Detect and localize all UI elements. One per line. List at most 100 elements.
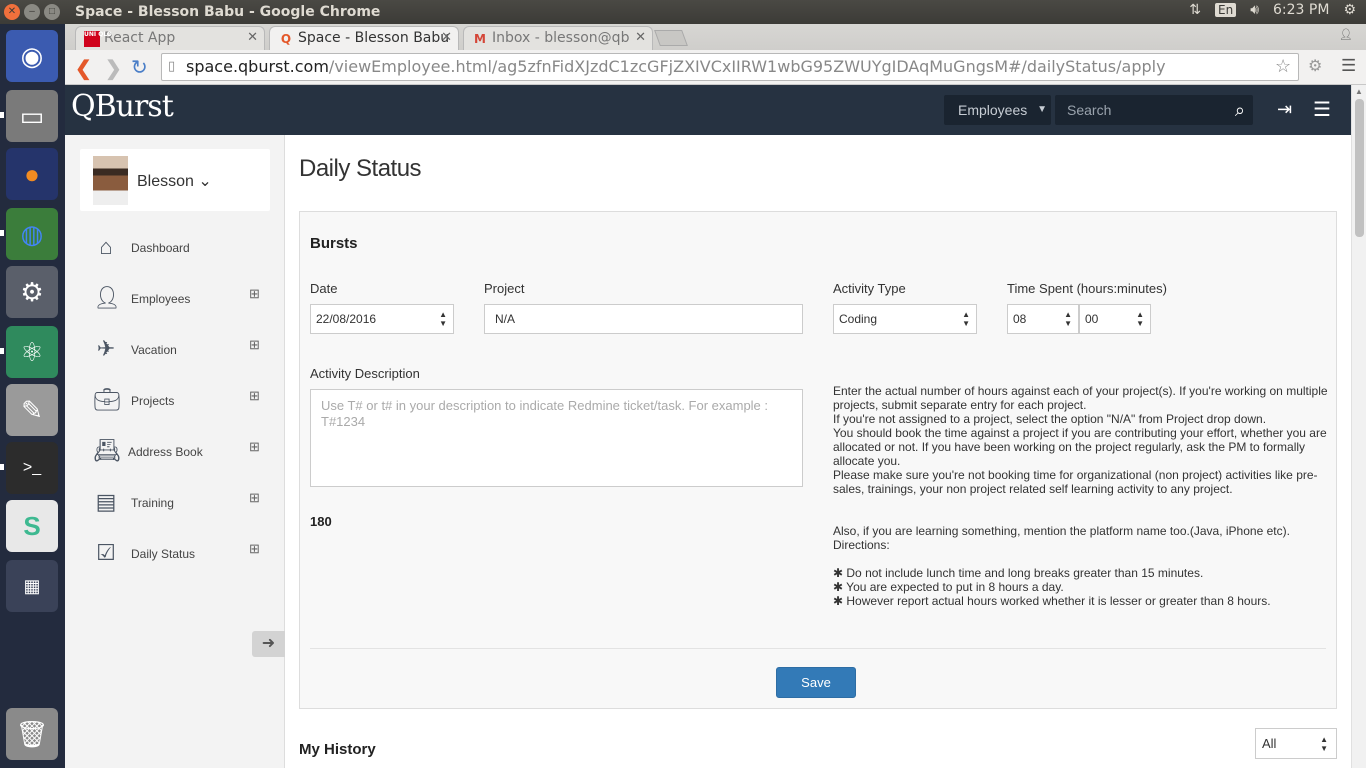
sidebar-item-training[interactable]: ▤ Training ⊞ — [93, 485, 273, 521]
activity-type-select[interactable]: Coding ▲ ▼ — [833, 304, 977, 334]
expand-icon[interactable]: ⊞ — [249, 287, 260, 300]
user-card[interactable]: Blesson ⌄ — [80, 149, 270, 211]
hours-value: 08 — [1013, 312, 1027, 326]
expand-icon[interactable]: ⊞ — [249, 389, 260, 402]
gmail-favicon-icon: M — [474, 32, 486, 46]
network-icon[interactable]: ⇅ — [1189, 2, 1201, 18]
scroll-up-icon[interactable]: ▲ — [1355, 87, 1363, 96]
sidebar-item-employees[interactable]: 👤︎ Employees ⊞ — [93, 281, 273, 317]
hamburger-menu-icon[interactable]: ☰ — [1313, 97, 1331, 122]
search-scope-value: Employees — [958, 102, 1028, 118]
search-placeholder: Search — [1067, 102, 1112, 118]
uniqlo-favicon-icon: UNI QLO — [84, 31, 112, 47]
hours-select[interactable]: 08 ▲ ▼ — [1007, 304, 1079, 334]
back-button[interactable]: ❮ — [75, 56, 92, 81]
caret-down-icon: ▼ — [1037, 104, 1047, 115]
search-icon[interactable]: ⌕ — [1235, 95, 1245, 125]
person-icon: 👤︎ — [93, 285, 121, 310]
history-filter-select[interactable]: All ▲ ▼ — [1255, 728, 1337, 759]
close-tab-icon[interactable]: ✕ — [635, 30, 646, 45]
ubuntu-dash-icon[interactable]: ◉ — [6, 30, 58, 82]
chrome-icon[interactable]: ◍ — [6, 208, 58, 260]
date-label: Date — [310, 281, 338, 296]
forward-button[interactable]: ❯ — [105, 56, 122, 81]
bookmark-star-icon[interactable]: ☆ — [1275, 56, 1291, 77]
firefox-icon[interactable]: ● — [6, 148, 58, 200]
sidebar-item-daily-status[interactable]: ☑ Daily Status ⊞ — [93, 536, 273, 572]
sidebar: Blesson ⌄ ⌂ Dashboard 👤︎ Employees ⊞ ✈ V… — [65, 135, 285, 768]
checklist-icon: ☑ — [96, 540, 116, 565]
sidebar-item-projects[interactable]: 💼︎ Projects ⊞ — [93, 383, 273, 419]
sidebar-item-address-book[interactable]: 📇︎ Address Book ⊞ — [93, 434, 273, 470]
url-host: space.qburst.com — [186, 57, 329, 76]
atom-icon[interactable]: ⚛ — [6, 326, 58, 378]
page-scrollbar[interactable]: ▲ — [1351, 85, 1366, 768]
tab-label: Space - Blesson Babu — [298, 30, 450, 46]
chrome-menu-icon[interactable]: ☰ — [1341, 56, 1356, 76]
activity-description-label: Activity Description — [310, 366, 420, 381]
qburst-favicon-icon: Q — [280, 32, 292, 46]
settings-icon[interactable]: ⚙ — [6, 266, 58, 318]
minutes-select[interactable]: 00 ▲ ▼ — [1079, 304, 1151, 334]
tab-inbox[interactable]: M Inbox - blesson@qb ✕ — [463, 26, 653, 50]
direction-item: ✱ You are expected to put in 8 hours a d… — [833, 580, 1064, 594]
logout-icon[interactable]: ⇥ — [1277, 99, 1292, 120]
files-icon[interactable]: ▭ — [6, 90, 58, 142]
date-value: 22/08/2016 — [316, 312, 377, 326]
activity-description-textarea[interactable]: Use T# or t# in your description to indi… — [310, 389, 803, 487]
ubuntu-launcher: ◉ ▭ ● ◍ ⚙ ⚛ ✎ >_ S ▦ 🗑︎ — [0, 24, 65, 768]
collapse-sidebar-button[interactable]: ➜ — [252, 631, 285, 657]
sidebar-item-label: Address Book — [128, 445, 203, 459]
extension-icon[interactable]: ⚙ — [1308, 56, 1322, 76]
address-book-icon: 📇︎ — [93, 438, 121, 463]
slack-icon[interactable]: S — [6, 500, 58, 552]
search-scope-select[interactable]: Employees ▼ — [944, 95, 1051, 125]
directions-heading: Directions: — [833, 538, 890, 552]
sidebar-item-vacation[interactable]: ✈ Vacation ⊞ — [93, 332, 273, 368]
window-close-button[interactable]: ✕ — [4, 4, 20, 20]
window-minimize-button[interactable]: – — [24, 4, 40, 20]
expand-icon[interactable]: ⊞ — [249, 491, 260, 504]
my-history-heading: My History — [299, 741, 376, 758]
scroll-thumb[interactable] — [1355, 99, 1364, 237]
close-tab-icon[interactable]: ✕ — [247, 30, 258, 45]
instruction-text: You should book the time against a proje… — [833, 426, 1327, 468]
system-tray: ⇅ En 🔊︎ 6:23 PM ⚙ — [1189, 2, 1356, 18]
close-tab-icon[interactable]: ✕ — [441, 30, 452, 45]
running-indicator — [0, 112, 4, 118]
date-select[interactable]: 22/08/2016 ▲ ▼ — [310, 304, 454, 334]
sidebar-item-dashboard[interactable]: ⌂ Dashboard — [93, 230, 273, 266]
expand-icon[interactable]: ⊞ — [249, 338, 260, 351]
qburst-logo[interactable]: QBurst — [71, 89, 174, 124]
expand-icon[interactable]: ⊞ — [249, 542, 260, 555]
workspace-switcher-icon[interactable]: ▦ — [6, 560, 58, 612]
expand-icon[interactable]: ⊞ — [249, 440, 260, 453]
project-field[interactable]: N/A — [484, 304, 803, 334]
search-input[interactable]: Search ⌕ — [1055, 95, 1253, 125]
new-tab-button[interactable] — [654, 30, 688, 46]
training-icon: ▤ — [95, 489, 117, 514]
save-button[interactable]: Save — [776, 667, 856, 698]
reload-button[interactable]: ↻ — [131, 55, 148, 80]
history-filter-value: All — [1262, 736, 1277, 751]
tab-react-app[interactable]: UNI QLO React App ✕ — [75, 26, 265, 50]
profile-icon[interactable]: 👤︎ — [1338, 28, 1354, 44]
volume-icon[interactable]: 🔊︎ — [1250, 2, 1259, 18]
window-controls: ✕ – □ — [4, 4, 60, 20]
keyboard-layout-indicator[interactable]: En — [1215, 3, 1237, 17]
address-bar[interactable]: ▯ space.qburst.com/viewEmployee.html/ag5… — [161, 53, 1299, 81]
instruction-text: Also, if you are learning something, men… — [833, 524, 1290, 538]
gear-icon[interactable]: ⚙ — [1343, 2, 1356, 18]
sidebar-item-label: Dashboard — [131, 241, 190, 255]
sidebar-item-label: Vacation — [131, 343, 177, 357]
terminal-icon[interactable]: >_ — [6, 442, 58, 494]
window-maximize-button[interactable]: □ — [44, 4, 60, 20]
tab-strip: UNI QLO React App ✕ Q Space - Blesson Ba… — [65, 24, 1366, 50]
clock[interactable]: 6:23 PM — [1273, 2, 1329, 18]
divider — [310, 648, 1326, 649]
trash-icon[interactable]: 🗑︎ — [6, 708, 58, 760]
tab-space[interactable]: Q Space - Blesson Babu ✕ — [269, 26, 459, 50]
text-editor-icon[interactable]: ✎ — [6, 384, 58, 436]
running-indicator — [0, 230, 4, 236]
